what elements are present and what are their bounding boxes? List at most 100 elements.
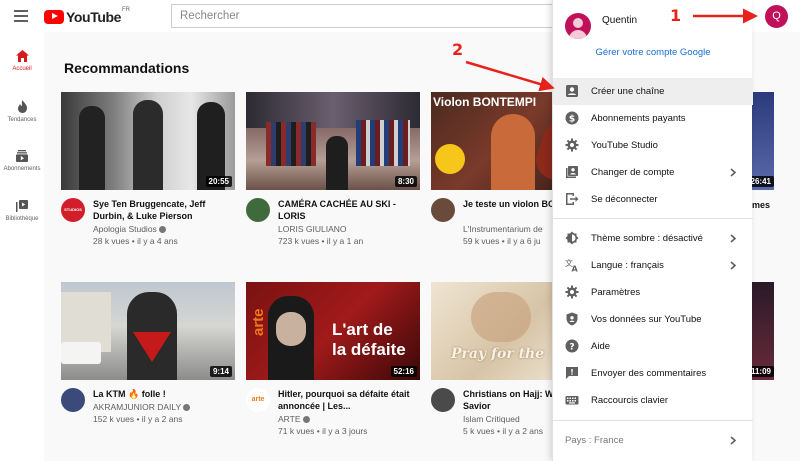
thumbnail-brand-text: arte [250,308,267,336]
video-stats: 152 k vues • il y a 2 ans [93,414,183,424]
sidebar-item-label: Bibliothèque [5,216,39,222]
video-duration: 52:16 [390,366,417,377]
menu-item-label: YouTube Studio [591,140,658,151]
svg-text:$: $ [569,115,575,125]
menu-item-keyboard-shortcuts[interactable]: Raccourcis clavier [553,387,753,414]
menu-item-language[interactable]: 文A Langue : français [553,252,753,279]
sidebar-item-library[interactable]: Bibliothèque [0,200,44,222]
video-thumbnail-partial[interactable]: 11:09 [752,282,774,380]
menu-item-label: Aide [591,341,611,352]
menu-item-youtube-studio[interactable]: YouTube Studio [553,132,753,159]
video-duration: 20:55 [205,176,232,187]
menu-item-create-channel[interactable]: Créer une chaîne [553,78,753,105]
menu-item-label: Abonnements payants [591,113,686,124]
video-card[interactable]: 9:14 La KTM 🔥 folle ! AKRAMJUNIOR DAILY … [61,282,235,450]
menu-item-label: Paramètres [591,287,641,298]
channel-name[interactable]: L'Instrumentarium de [463,224,543,234]
chevron-right-icon [730,261,737,270]
video-card[interactable]: arte L'art de la défaite 52:16 arte Hitl… [246,282,420,450]
video-title[interactable]: Sye Ten Bruggencate, Jeff Durbin, & Luke… [93,198,233,222]
sidebar-item-subscriptions[interactable]: Abonnements [0,150,44,172]
menu-item-label: Vos données sur YouTube [591,314,702,325]
thumbnail-text-line-1: L'art de [332,320,393,339]
help-icon: ? [565,339,579,353]
video-thumbnail[interactable]: arte L'art de la défaite 52:16 [246,282,420,380]
menu-item-send-feedback[interactable]: Envoyer des commentaires [553,360,753,387]
subscriptions-icon [16,150,28,162]
video-stats: 71 k vues • il y a 3 jours [278,426,368,436]
chevron-right-icon [730,234,737,243]
channel-avatar[interactable] [246,198,270,222]
video-thumbnail-partial[interactable]: 26:41 [752,92,774,190]
youtube-play-icon [44,9,64,24]
feedback-icon [566,367,578,379]
video-card[interactable]: 8:30 CAMÉRA CACHÉE AU SKI - LORIS LORIS … [246,92,420,260]
video-card[interactable]: 20:55 STUDIOS Sye Ten Bruggencate, Jeff … [61,92,235,260]
video-title[interactable]: CAMÉRA CACHÉE AU SKI - LORIS [278,198,418,222]
manage-account-link[interactable]: Gérer votre compte Google [553,47,753,58]
youtube-logo[interactable]: YouTube FR [44,7,131,25]
sidebar-item-label: Accueil [12,66,32,72]
video-thumbnail[interactable]: 9:14 [61,282,235,380]
account-avatar-button[interactable]: Q [765,5,788,28]
channel-name[interactable]: Islam Critiqued [463,414,520,424]
verified-icon [158,226,166,233]
video-title[interactable]: La KTM 🔥 folle ! [93,388,233,400]
channel-avatar[interactable] [431,198,455,222]
video-duration: 8:30 [394,176,417,187]
dollar-icon: $ [565,111,579,125]
account-menu: Quentin Gérer votre compte Google Créer … [552,0,753,461]
menu-item-settings[interactable]: Paramètres [553,279,753,306]
channel-avatar[interactable]: arte [246,388,270,412]
gear-icon [565,138,579,152]
thumbnail-text: Pray for the [451,346,545,362]
hamburger-menu-icon[interactable] [14,10,28,22]
gear-icon [565,285,579,299]
menu-item-dark-theme[interactable]: Thème sombre : désactivé [553,225,753,252]
avatar [565,13,591,39]
video-thumbnail[interactable]: 20:55 [61,92,235,190]
menu-item-help[interactable]: ? Aide [553,333,753,360]
video-title[interactable]: Hitler, pourquoi sa défaite était annonc… [278,388,418,412]
channel-name-text: ARTE [278,414,301,424]
video-thumbnail[interactable]: 8:30 [246,92,420,190]
channel-avatar[interactable] [431,388,455,412]
menu-item-paid-subscriptions[interactable]: $ Abonnements payants [553,105,753,132]
shield-icon [566,312,578,326]
svg-text:?: ? [569,343,574,353]
thumbnail-text-line-2: la défaite [332,340,406,359]
menu-item-sign-out[interactable]: Se déconnecter [553,186,753,213]
chevron-right-icon [730,168,737,177]
translate-icon: 文A [565,258,579,272]
menu-item-country[interactable]: Pays : France [553,427,753,454]
menu-item-label: Pays : France [565,435,624,446]
menu-item-label: Envoyer des commentaires [591,368,707,379]
channel-name[interactable]: Apologia Studios [93,224,166,234]
menu-divider [553,420,753,421]
channel-avatar[interactable] [61,388,85,412]
verified-icon [302,416,310,423]
channel-name-text: AKRAMJUNIOR DAILY [93,402,182,412]
menu-item-switch-account[interactable]: Changer de compte [553,159,753,186]
menu-item-label: Se déconnecter [591,194,658,205]
menu-item-label: Créer une chaîne [591,86,665,97]
video-stats: 723 k vues • il y a 1 an [278,236,364,246]
menu-item-label: Thème sombre : désactivé [591,233,703,244]
home-icon [15,50,29,62]
channel-avatar[interactable]: STUDIOS [61,198,85,222]
sidebar-item-home[interactable]: Accueil [0,50,44,72]
video-duration: 9:14 [209,366,232,377]
menu-divider [553,218,753,219]
search-input[interactable]: Rechercher [171,4,601,28]
video-title-partial[interactable]: mes [752,200,770,210]
channel-name[interactable]: LORIS GIULIANO [278,224,347,234]
menu-item-label: Raccourcis clavier [591,395,669,406]
menu-item-your-data[interactable]: Vos données sur YouTube [553,306,753,333]
channel-name[interactable]: AKRAMJUNIOR DAILY [93,402,191,412]
logo-region: FR [122,7,131,13]
sidebar-item-trending[interactable]: Tendances [0,100,44,123]
annotation-label-2: 2 [452,40,464,59]
channel-name-text: Apologia Studios [93,224,157,234]
channel-name[interactable]: ARTE [278,414,310,424]
video-stats: 28 k vues • il y a 4 ans [93,236,178,246]
